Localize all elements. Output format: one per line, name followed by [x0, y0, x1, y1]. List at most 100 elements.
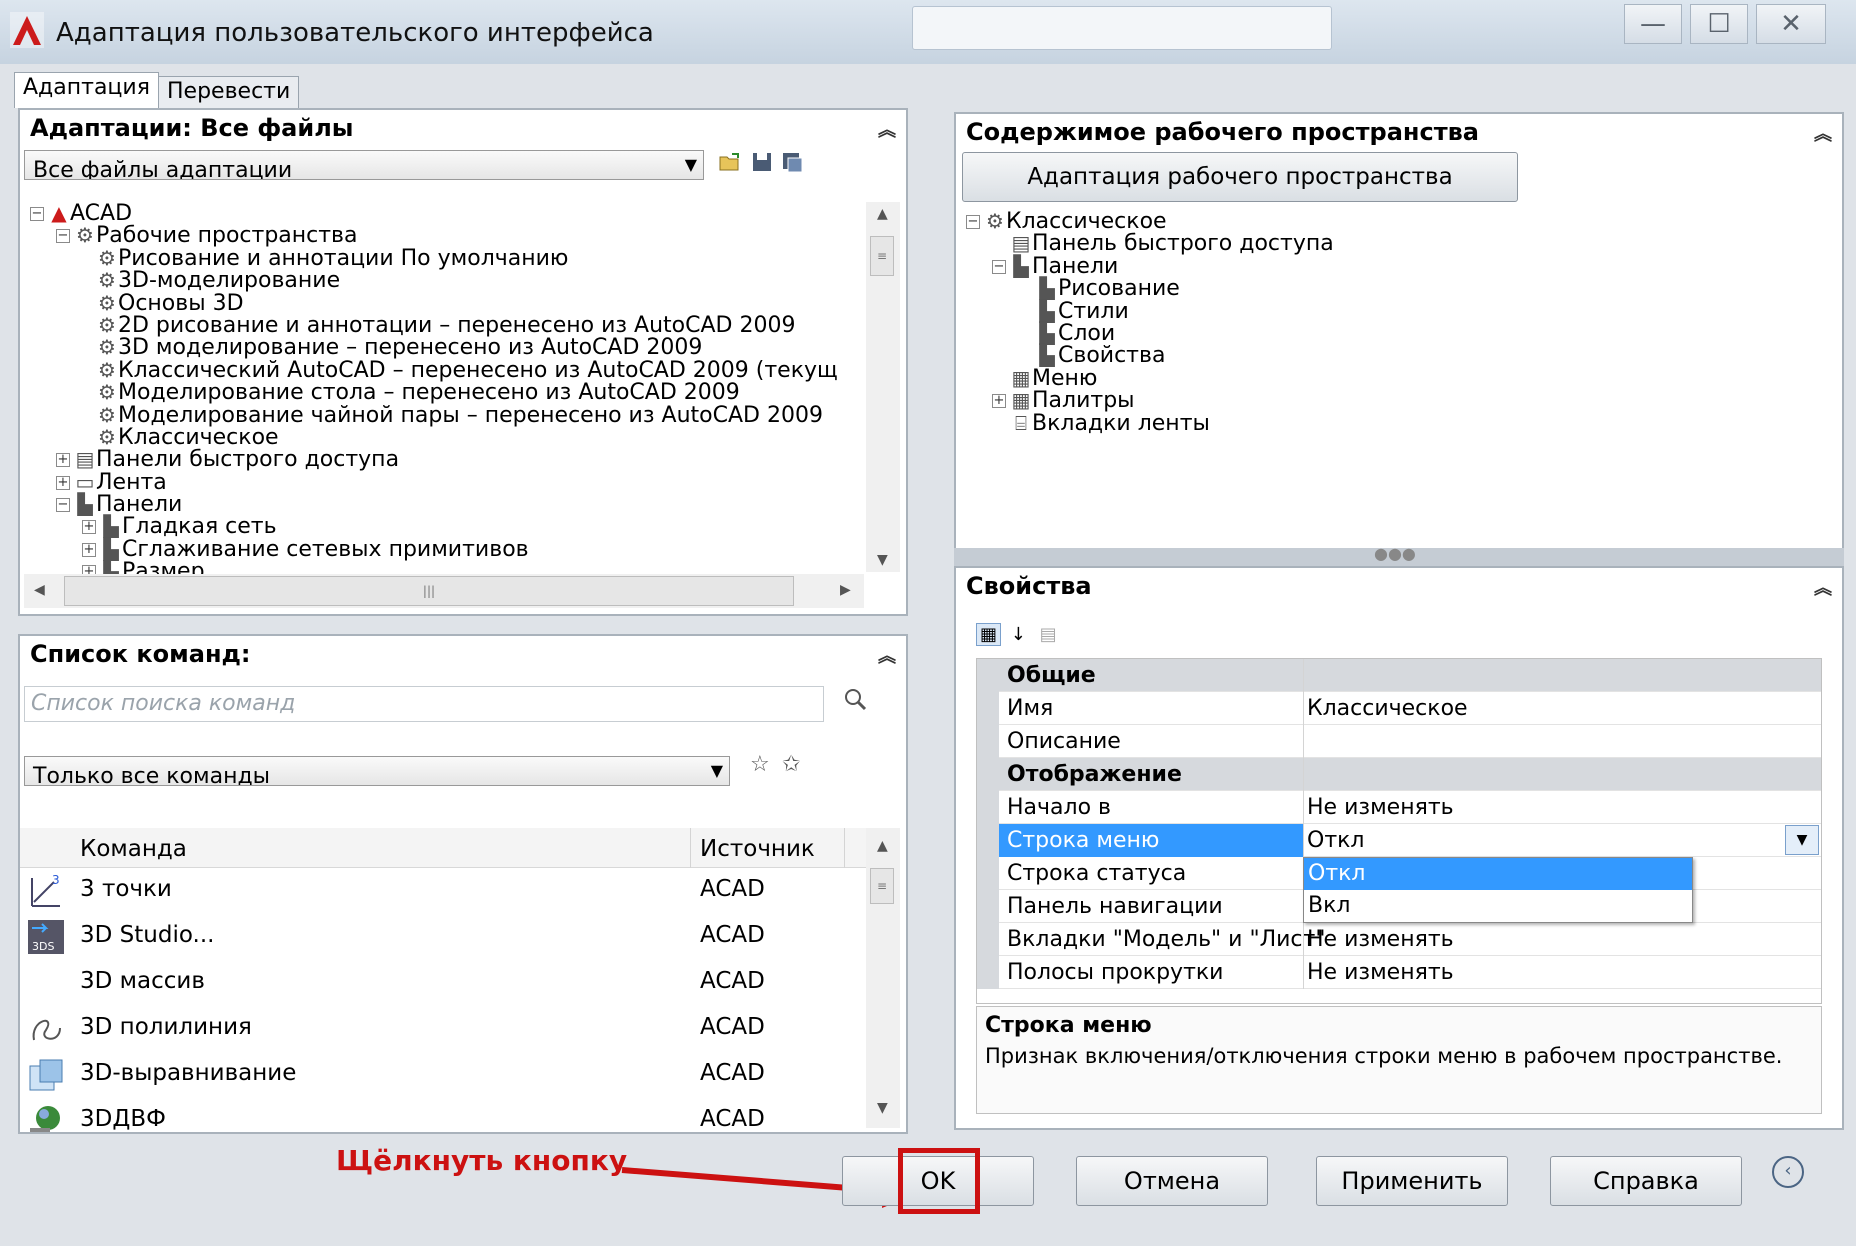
customizations-panel: Адаптации: Все файлы ︽ Все файлы адаптаци…: [18, 108, 908, 616]
table-row[interactable]: 3D массив ACAD: [20, 960, 866, 1006]
help-button[interactable]: Справка: [1550, 1156, 1742, 1206]
tree-node-toolbar[interactable]: + ▙ Размер: [30, 560, 838, 575]
cancel-button[interactable]: Отмена: [1076, 1156, 1268, 1206]
scroll-thumb[interactable]: ≡: [870, 236, 894, 276]
toolbar-icon: ▙: [1039, 343, 1055, 368]
prop-description[interactable]: Описание: [977, 725, 1821, 758]
tree-node-toolbars[interactable]: − ▙ Панели: [966, 254, 1334, 277]
collapse-icon[interactable]: ︽: [878, 116, 896, 142]
scroll-down-icon[interactable]: ▼: [877, 552, 888, 568]
tree-node-acad[interactable]: − ▲ ACAD: [30, 201, 838, 225]
tree-node-palettes[interactable]: + ▦Палитры: [966, 389, 1334, 412]
dropdown-arrow-icon[interactable]: ▼: [1785, 825, 1819, 855]
categorized-icon[interactable]: ▦: [976, 623, 1002, 646]
save-icon[interactable]: [750, 150, 774, 174]
minimize-button[interactable]: —: [1624, 4, 1682, 44]
table-row[interactable]: 3DS 3D Studio... ACAD: [20, 914, 866, 960]
tree-node-workspace[interactable]: ⚙Рисование и аннотации По умолчанию: [30, 246, 838, 269]
tree-node-workspaces[interactable]: − ⚙Рабочие пространства: [30, 224, 838, 247]
command-filter-select[interactable]: Только все команды ▼: [24, 756, 730, 786]
tree-node-toolbar[interactable]: ▙ Стили: [966, 299, 1334, 322]
prop-model-layout-tabs[interactable]: Вкладки "Модель" и "Лист" Не изменять: [977, 923, 1821, 956]
find-command-icon[interactable]: ☆: [750, 752, 770, 777]
workspace-icon: ⚙: [98, 335, 116, 360]
save-as-icon[interactable]: [780, 150, 804, 174]
property-pages-icon[interactable]: ▤: [1036, 624, 1061, 645]
table-row[interactable]: 3 3 точки ACAD: [20, 868, 866, 914]
collapse-icon[interactable]: ︽: [1814, 574, 1832, 600]
tree-node-quick-access[interactable]: ▤Панель быстрого доступа: [966, 232, 1334, 255]
sort-alpha-icon[interactable]: ↓: [1007, 624, 1030, 645]
prop-scroll-bars[interactable]: Полосы прокрутки Не изменять: [977, 956, 1821, 989]
tree-node-workspace[interactable]: ⚙Моделирование чайной пары – перенесено …: [30, 403, 838, 426]
workspace-icon: ⚙: [986, 209, 1004, 233]
tree-node-workspace[interactable]: ⚙Классическое: [30, 425, 838, 448]
window-title: Адаптация пользовательского интерфейса: [56, 18, 654, 48]
close-button[interactable]: ✕: [1756, 4, 1826, 44]
tree-vertical-scrollbar[interactable]: ▲ ≡ ▼: [866, 202, 900, 572]
maximize-button[interactable]: ☐: [1690, 4, 1748, 44]
table-row[interactable]: 3D-выравнивание ACAD: [20, 1052, 866, 1098]
search-icon[interactable]: [842, 686, 868, 712]
command-table-header: Команда Источник: [20, 828, 866, 868]
section-display[interactable]: ◢Отображение: [977, 758, 1821, 791]
tree-node-workspace[interactable]: ⚙Классический AutoCAD – перенесено из Au…: [30, 358, 838, 381]
tab-customize[interactable]: Адаптация: [14, 72, 159, 108]
tree-node-toolbar[interactable]: ▙ Рисование: [966, 277, 1334, 300]
collapse-panels-icon[interactable]: ‹: [1772, 1156, 1804, 1188]
section-general[interactable]: ◢Общие: [977, 659, 1821, 692]
tree-node-workspace[interactable]: − ⚙Классическое: [966, 209, 1334, 233]
open-file-icon[interactable]: [718, 150, 742, 174]
apply-button[interactable]: Применить: [1316, 1156, 1508, 1206]
splitter-grip-icon: ●●●: [1374, 544, 1416, 563]
scroll-thumb[interactable]: ≡: [870, 868, 894, 904]
customize-workspace-button[interactable]: Адаптация рабочего пространства: [962, 152, 1518, 202]
table-row[interactable]: 3D полилиния ACAD: [20, 1006, 866, 1052]
column-source[interactable]: Источник: [700, 836, 815, 862]
tree-horizontal-scrollbar[interactable]: ◀ ||| ▶: [24, 574, 864, 608]
tree-node-workspace[interactable]: ⚙Основы 3D: [30, 291, 838, 314]
workspace-icon: ⚙: [98, 268, 116, 293]
prop-start-on[interactable]: Начало в Не изменять: [977, 791, 1821, 824]
tree-node-quick-access[interactable]: + ▤Панели быстрого доступа: [30, 448, 838, 471]
tree-node-workspace[interactable]: ⚙3D моделирование – перенесено из AutoCA…: [30, 335, 838, 360]
column-command[interactable]: Команда: [80, 836, 187, 862]
tree-node-toolbar[interactable]: + ▙ Сглаживание сетевых примитивов: [30, 537, 838, 561]
scroll-up-icon[interactable]: ▲: [877, 206, 888, 222]
annotation-text: Щёлкнуть кнопку: [336, 1144, 628, 1177]
tree-node-workspace[interactable]: ⚙Моделирование стола – перенесено из Aut…: [30, 381, 838, 404]
scroll-down-icon[interactable]: ▼: [877, 1100, 888, 1116]
tree-node-toolbars[interactable]: − ▙ Панели: [30, 493, 838, 516]
tree-node-menus[interactable]: ▦Меню: [966, 366, 1334, 389]
tree-node-workspace[interactable]: ⚙3D-моделирование: [30, 268, 838, 293]
title-search-box[interactable]: [912, 6, 1332, 50]
tree-node-ribbon-tabs[interactable]: ⌸ Вкладки ленты: [966, 411, 1334, 434]
scroll-thumb[interactable]: |||: [64, 576, 794, 606]
collapse-icon[interactable]: ︽: [1814, 120, 1832, 146]
chevron-down-icon: ▼: [684, 155, 697, 174]
dropdown-option-on[interactable]: Вкл: [1304, 890, 1692, 922]
tree-node-toolbar[interactable]: + ▙ Гладкая сеть: [30, 515, 838, 538]
tree-node-toolbar[interactable]: ▙ Свойства: [966, 343, 1334, 368]
scroll-up-icon[interactable]: ▲: [877, 838, 888, 854]
autocad-logo-icon: ▲: [51, 201, 67, 225]
scroll-left-icon[interactable]: ◀: [34, 582, 45, 598]
ribbon-icon: ▭: [75, 469, 95, 494]
dropdown-option-off[interactable]: Откл: [1304, 858, 1692, 890]
prop-menu-bar[interactable]: Строка меню Откл ▼: [977, 824, 1821, 857]
table-row[interactable]: 3DДВФ ACAD: [20, 1098, 866, 1132]
command-search-input[interactable]: Список поиска команд: [24, 686, 824, 722]
tree-node-ribbon[interactable]: + ▭Лента: [30, 469, 838, 494]
collapse-icon[interactable]: ︽: [878, 642, 896, 668]
customization-file-select[interactable]: Все файлы адаптации ▼: [24, 150, 704, 180]
tree-node-toolbar[interactable]: ▙ Слои: [966, 320, 1334, 345]
tab-transfer[interactable]: Перевести: [158, 76, 300, 108]
tree-node-workspace[interactable]: ⚙2D рисование и аннотации – перенесено и…: [30, 314, 838, 337]
command-list-scrollbar[interactable]: ▲ ≡ ▼: [866, 828, 900, 1128]
scroll-right-icon[interactable]: ▶: [840, 582, 851, 598]
new-command-icon[interactable]: ✩: [782, 752, 800, 777]
prop-name[interactable]: Имя Классическое: [977, 692, 1821, 725]
dropdown-list: Откл Вкл: [1303, 857, 1693, 923]
panel-splitter[interactable]: ●●●: [954, 544, 1844, 566]
toolbar-icon: ▙: [1039, 320, 1055, 345]
